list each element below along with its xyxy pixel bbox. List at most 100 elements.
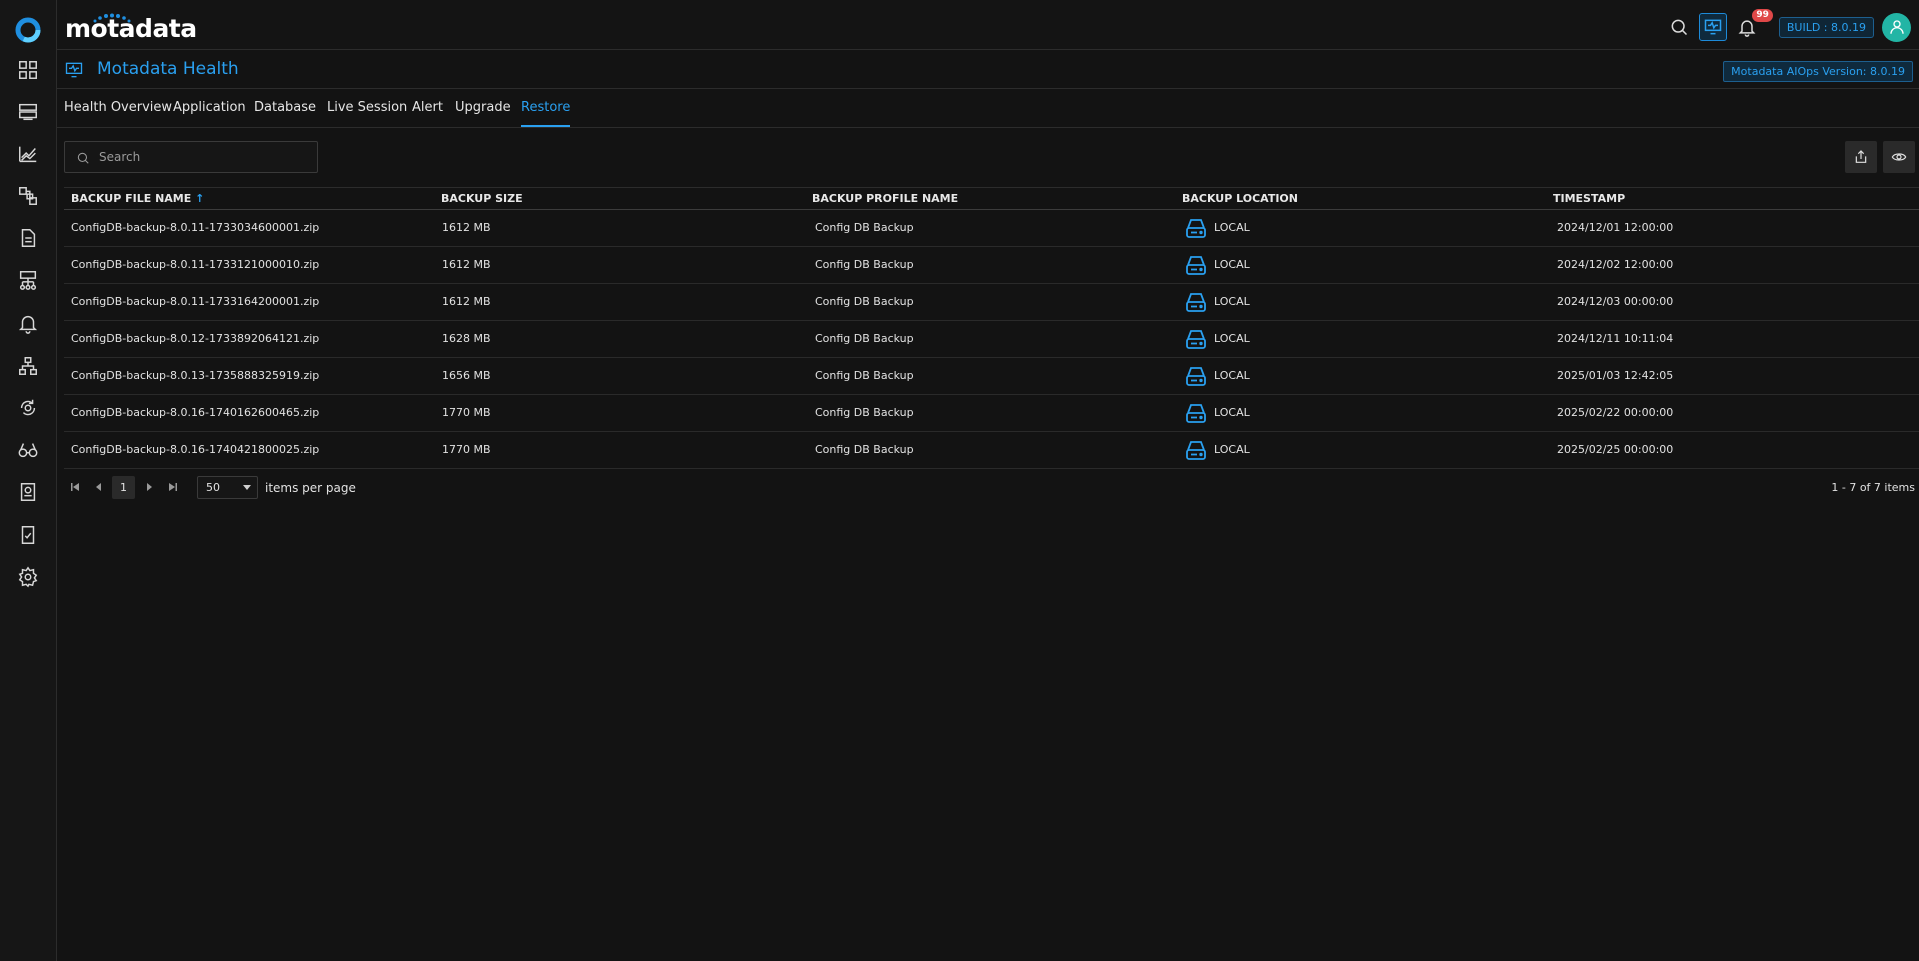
metrics-chart-icon[interactable] xyxy=(16,142,40,166)
cell-backup-location: LOCAL xyxy=(1214,295,1250,308)
local-storage-icon xyxy=(1184,402,1208,424)
dashboard-grid-icon[interactable] xyxy=(16,58,40,82)
alert-bell-icon[interactable] xyxy=(16,311,40,335)
column-header-timestamp[interactable]: TIMESTAMP xyxy=(1553,192,1625,205)
cell-backup-location: LOCAL xyxy=(1214,406,1250,419)
column-header-backup-location[interactable]: BACKUP LOCATION xyxy=(1182,192,1298,205)
local-storage-icon xyxy=(1184,328,1208,350)
header-actions: 99 BUILD : 8.0.19 xyxy=(1665,9,1911,42)
network-icon[interactable] xyxy=(16,268,40,292)
table-row[interactable]: ConfigDB-backup-8.0.11-1733121000010.zip… xyxy=(64,247,1919,284)
tab-bar: Health Overview Application Database Liv… xyxy=(57,90,1919,128)
app-logo-icon[interactable] xyxy=(14,16,42,44)
cell-backup-size: 1770 MB xyxy=(442,406,491,419)
table-row[interactable]: ConfigDB-backup-8.0.13-1735888325919.zip… xyxy=(64,358,1919,395)
build-version-badge: BUILD : 8.0.19 xyxy=(1778,16,1874,38)
tab-application[interactable]: Application xyxy=(173,100,246,127)
local-storage-icon xyxy=(1184,217,1208,239)
brand-dots-icon xyxy=(93,13,131,23)
cell-profile-name: Config DB Backup xyxy=(815,443,914,456)
health-monitor-page-icon xyxy=(64,60,84,80)
monitor-cycle-icon[interactable] xyxy=(16,396,40,420)
column-header-file-name[interactable]: BACKUP FILE NAME ↑ xyxy=(71,192,204,205)
topology-icon[interactable] xyxy=(16,184,40,208)
server-icon[interactable] xyxy=(16,100,40,124)
cell-timestamp: 2024/12/11 10:11:04 xyxy=(1557,332,1674,345)
pagination-info: 1 - 7 of 7 items xyxy=(1831,481,1915,494)
cell-file-name: ConfigDB-backup-8.0.12-1733892064121.zip xyxy=(71,332,320,345)
column-visibility-button[interactable] xyxy=(1883,141,1915,173)
cell-timestamp: 2024/12/01 12:00:00 xyxy=(1557,221,1674,234)
user-icon xyxy=(1889,20,1904,34)
cell-file-name: ConfigDB-backup-8.0.16-1740421800025.zip xyxy=(71,443,320,456)
cell-profile-name: Config DB Backup xyxy=(815,295,914,308)
tab-database[interactable]: Database xyxy=(254,100,316,127)
cell-profile-name: Config DB Backup xyxy=(815,258,914,271)
cell-backup-location: LOCAL xyxy=(1214,369,1250,382)
sort-asc-icon: ↑ xyxy=(195,192,205,205)
cell-backup-location: LOCAL xyxy=(1214,258,1250,271)
chevron-down-icon xyxy=(243,485,251,490)
cell-backup-location: LOCAL xyxy=(1214,332,1250,345)
last-page-icon[interactable] xyxy=(166,480,180,494)
aiops-version-badge: Motadata AIOps Version: 8.0.19 xyxy=(1723,61,1913,82)
cell-timestamp: 2025/02/22 00:00:00 xyxy=(1557,406,1674,419)
table-row[interactable]: ConfigDB-backup-8.0.12-1733892064121.zip… xyxy=(64,321,1919,358)
tab-upgrade[interactable]: Upgrade xyxy=(455,100,511,127)
column-header-profile-name[interactable]: BACKUP PROFILE NAME xyxy=(812,192,958,205)
eye-icon xyxy=(1891,153,1907,161)
table-row[interactable]: ConfigDB-backup-8.0.16-1740162600465.zip… xyxy=(64,395,1919,432)
cell-file-name: ConfigDB-backup-8.0.11-1733034600001.zip xyxy=(71,221,320,234)
page-title: Motadata Health xyxy=(97,59,239,79)
compliance-icon[interactable] xyxy=(16,523,40,547)
health-monitor-icon[interactable] xyxy=(1698,13,1727,41)
table-row[interactable]: ConfigDB-backup-8.0.11-1733034600001.zip… xyxy=(64,210,1919,247)
audit-icon[interactable] xyxy=(16,480,40,504)
cell-profile-name: Config DB Backup xyxy=(815,406,914,419)
local-storage-icon xyxy=(1184,291,1208,313)
cell-profile-name: Config DB Backup xyxy=(815,332,914,345)
cell-file-name: ConfigDB-backup-8.0.11-1733121000010.zip xyxy=(71,258,320,271)
tab-alert[interactable]: Alert xyxy=(412,100,443,127)
search-icon xyxy=(77,152,89,164)
cell-backup-size: 1770 MB xyxy=(442,443,491,456)
table-row[interactable]: ConfigDB-backup-8.0.16-1740421800025.zip… xyxy=(64,432,1919,469)
local-storage-icon xyxy=(1184,365,1208,387)
cell-backup-size: 1656 MB xyxy=(442,369,491,382)
local-storage-icon xyxy=(1184,254,1208,276)
binoculars-icon[interactable] xyxy=(16,438,40,462)
settings-icon[interactable] xyxy=(16,565,40,589)
cell-profile-name: Config DB Backup xyxy=(815,369,914,382)
hierarchy-icon[interactable] xyxy=(16,354,40,378)
cell-file-name: ConfigDB-backup-8.0.16-1740162600465.zip xyxy=(71,406,320,419)
column-header-backup-size[interactable]: BACKUP SIZE xyxy=(441,192,523,205)
global-search-icon[interactable] xyxy=(1665,13,1693,41)
cell-timestamp: 2024/12/02 12:00:00 xyxy=(1557,258,1674,271)
cell-file-name: ConfigDB-backup-8.0.11-1733164200001.zip xyxy=(71,295,320,308)
user-avatar[interactable] xyxy=(1882,12,1911,42)
cell-backup-size: 1612 MB xyxy=(442,295,491,308)
first-page-icon[interactable] xyxy=(68,480,82,494)
next-page-icon[interactable] xyxy=(142,480,156,494)
page-size-select[interactable]: 50 xyxy=(197,476,258,499)
notification-bell-icon[interactable]: 99 xyxy=(1733,9,1773,41)
table-row[interactable]: ConfigDB-backup-8.0.11-1733164200001.zip… xyxy=(64,284,1919,321)
search-input[interactable] xyxy=(99,142,309,172)
tab-restore[interactable]: Restore xyxy=(521,100,571,127)
report-icon[interactable] xyxy=(16,226,40,250)
page-size-value: 50 xyxy=(206,481,220,494)
tab-health-overview[interactable]: Health Overview xyxy=(64,100,172,127)
cell-backup-location: LOCAL xyxy=(1214,443,1250,456)
notification-badge: 99 xyxy=(1752,9,1773,22)
items-per-page-label: items per page xyxy=(265,481,356,495)
export-button[interactable] xyxy=(1845,141,1877,173)
search-box xyxy=(64,141,318,173)
cell-timestamp: 2025/01/03 12:42:05 xyxy=(1557,369,1674,382)
prev-page-icon[interactable] xyxy=(92,480,106,494)
page-number-current[interactable]: 1 xyxy=(112,476,135,499)
cell-backup-size: 1628 MB xyxy=(442,332,491,345)
cell-profile-name: Config DB Backup xyxy=(815,221,914,234)
top-header: motadata 99 BUILD : 8.0.19 xyxy=(57,0,1919,50)
sidebar xyxy=(0,0,57,961)
tab-live-session[interactable]: Live Session xyxy=(327,100,407,127)
